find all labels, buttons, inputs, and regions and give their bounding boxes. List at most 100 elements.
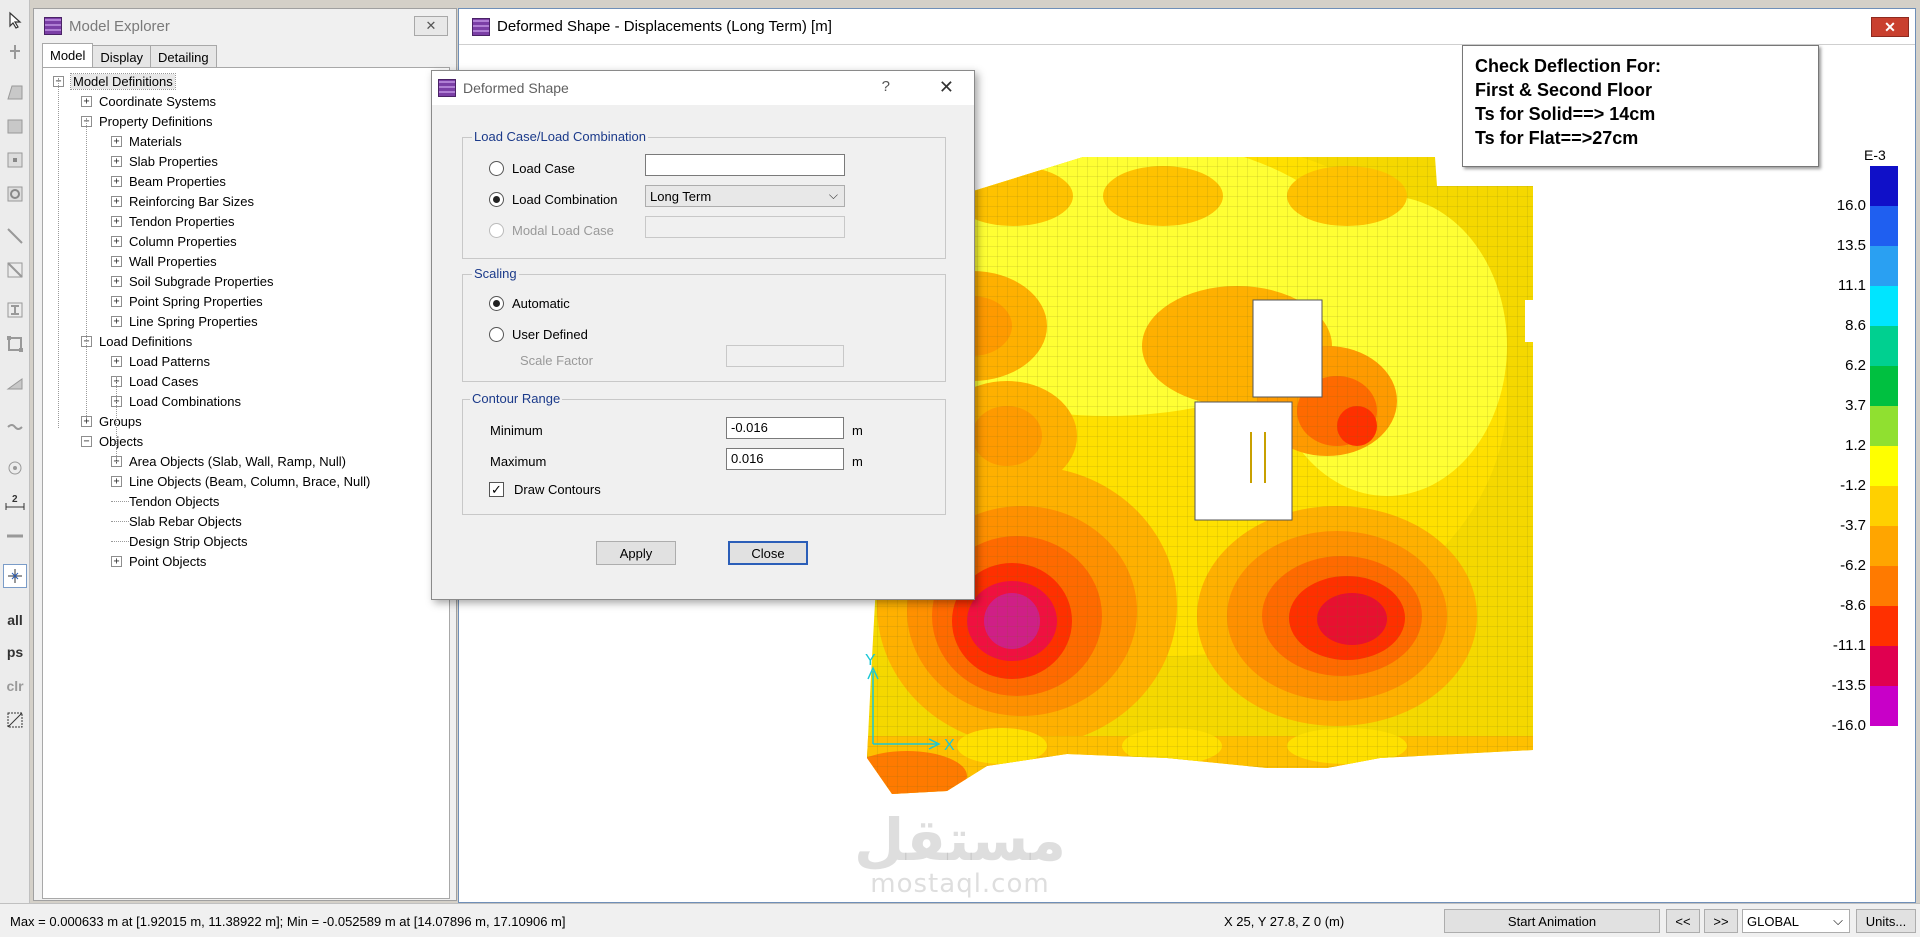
- draw-strip-icon[interactable]: [3, 414, 27, 438]
- close-button[interactable]: Close: [728, 541, 808, 565]
- dimension-icon[interactable]: 2: [3, 490, 27, 514]
- maximum-input[interactable]: 0.016: [726, 448, 844, 470]
- tree-item[interactable]: + Groups: [81, 412, 142, 430]
- collapse-icon[interactable]: −: [81, 435, 92, 447]
- expand-icon[interactable]: +: [111, 475, 122, 487]
- previous-button[interactable]: <<: [1666, 909, 1700, 933]
- min-max-readout: Max = 0.000633 m at [1.92015 m, 11.38922…: [10, 914, 566, 929]
- automatic-radio[interactable]: [489, 296, 504, 311]
- tree-item-label: Load Combinations: [129, 393, 242, 409]
- expand-icon[interactable]: +: [111, 315, 122, 327]
- snap-icon[interactable]: [3, 564, 27, 588]
- tree-item[interactable]: + Coordinate Systems: [81, 92, 216, 110]
- load-case-radio[interactable]: [489, 161, 504, 176]
- tree-item[interactable]: − Objects: [81, 432, 143, 450]
- modal-load-case-input[interactable]: [645, 216, 845, 238]
- legend-label: 11.1: [1837, 277, 1866, 294]
- load-combination-select[interactable]: Long Term ⌵: [645, 185, 845, 207]
- units-button[interactable]: Units...: [1856, 909, 1916, 933]
- draw-area-icon[interactable]: [3, 80, 27, 104]
- modal-load-case-radio[interactable]: [489, 223, 504, 238]
- view-close-button[interactable]: ✕: [1871, 17, 1909, 37]
- draw-circle-icon[interactable]: [3, 182, 27, 206]
- tree-item[interactable]: − Load Definitions: [81, 332, 192, 350]
- pointer-icon[interactable]: [3, 8, 27, 32]
- tab-model[interactable]: Model: [42, 43, 94, 67]
- expand-icon[interactable]: +: [111, 295, 122, 307]
- tree-item-label: Load Definitions: [99, 333, 193, 349]
- tree-item[interactable]: − Property Definitions: [81, 112, 212, 130]
- draw-beam-icon[interactable]: [3, 298, 27, 322]
- scale-factor-input[interactable]: [726, 345, 844, 367]
- tree-item-label: Coordinate Systems: [99, 93, 217, 109]
- apply-button[interactable]: Apply: [596, 541, 676, 565]
- expand-icon[interactable]: +: [111, 235, 122, 247]
- tree-item[interactable]: + Tendon Properties: [111, 212, 235, 230]
- select-all-button[interactable]: all: [3, 608, 27, 632]
- draw-rect-icon[interactable]: [3, 114, 27, 138]
- draw-contours-checkbox[interactable]: ✓: [489, 482, 504, 497]
- tree-item[interactable]: + Beam Properties: [111, 172, 226, 190]
- tree-item[interactable]: + Reinforcing Bar Sizes: [111, 192, 254, 210]
- tree-item[interactable]: + Materials: [111, 132, 182, 150]
- load-combination-radio[interactable]: [489, 192, 504, 207]
- tree-item[interactable]: Slab Rebar Objects: [111, 512, 242, 530]
- expand-icon[interactable]: +: [111, 155, 122, 167]
- expand-icon[interactable]: +: [111, 275, 122, 287]
- draw-wall-icon[interactable]: [3, 332, 27, 356]
- explorer-close-button[interactable]: ✕: [414, 16, 448, 36]
- previous-selection-button[interactable]: ps: [3, 640, 27, 664]
- legend-label: 13.5: [1836, 237, 1866, 254]
- tree-item[interactable]: + Line Objects (Beam, Column, Brace, Null…: [111, 472, 370, 490]
- tree-item[interactable]: + Point Spring Properties: [111, 292, 263, 310]
- cursor-coordinates: X 25, Y 27.8, Z 0 (m): [1224, 914, 1345, 929]
- draw-column-icon[interactable]: [3, 148, 27, 172]
- clear-selection-button[interactable]: clr: [3, 674, 27, 698]
- expand-icon[interactable]: +: [111, 255, 122, 267]
- next-button[interactable]: >>: [1704, 909, 1738, 933]
- user-defined-radio[interactable]: [489, 327, 504, 342]
- coordinate-system-select[interactable]: GLOBAL ⌵: [1742, 909, 1850, 933]
- tree-item[interactable]: + Point Objects: [111, 552, 206, 570]
- help-button[interactable]: ?: [882, 78, 890, 95]
- show-hide-icon[interactable]: [3, 708, 27, 732]
- tree-item[interactable]: + Load Patterns: [111, 352, 210, 370]
- expand-icon[interactable]: +: [111, 175, 122, 187]
- tree-item[interactable]: + Load Cases: [111, 372, 198, 390]
- tree-item[interactable]: + Load Combinations: [111, 392, 241, 410]
- tab-display[interactable]: Display: [92, 45, 152, 67]
- legend-label: -8.6: [1840, 597, 1866, 614]
- draw-ramp-icon[interactable]: [3, 372, 27, 396]
- tree-item[interactable]: + Soil Subgrade Properties: [111, 272, 274, 290]
- draw-brace-icon[interactable]: [3, 258, 27, 282]
- tree-item[interactable]: + Line Spring Properties: [111, 312, 258, 330]
- tab-detailing[interactable]: Detailing: [150, 45, 217, 67]
- expand-icon[interactable]: +: [111, 215, 122, 227]
- select-node-icon[interactable]: [3, 40, 27, 64]
- start-animation-button[interactable]: Start Animation: [1444, 909, 1660, 933]
- draw-line-icon[interactable]: [3, 224, 27, 248]
- ruler-icon[interactable]: [3, 524, 27, 548]
- tree-item[interactable]: − Model Definitions: [53, 72, 176, 90]
- expand-icon[interactable]: +: [81, 95, 92, 107]
- expand-icon[interactable]: +: [111, 555, 122, 567]
- tree-item[interactable]: + Area Objects (Slab, Wall, Ramp, Null): [111, 452, 346, 470]
- legend-swatch: [1870, 206, 1898, 246]
- load-case-input[interactable]: [645, 154, 845, 176]
- watermark-latin: mostaql.com: [870, 869, 1050, 899]
- tree-item[interactable]: Design Strip Objects: [111, 532, 248, 550]
- tree-item-label: Tendon Properties: [129, 213, 235, 229]
- minimum-input[interactable]: -0.016: [726, 417, 844, 439]
- legend-label: -11.1: [1832, 637, 1866, 654]
- tree-item[interactable]: + Slab Properties: [111, 152, 218, 170]
- expand-icon[interactable]: +: [111, 195, 122, 207]
- tree-item[interactable]: + Column Properties: [111, 232, 237, 250]
- draw-point-icon[interactable]: [3, 456, 27, 480]
- tree-item[interactable]: Tendon Objects: [111, 492, 219, 510]
- dialog-close-icon[interactable]: ✕: [939, 77, 954, 98]
- expand-icon[interactable]: +: [111, 355, 122, 367]
- tree-item[interactable]: + Wall Properties: [111, 252, 217, 270]
- maximum-unit: m: [852, 454, 863, 469]
- slab-opening: [1525, 300, 1539, 342]
- expand-icon[interactable]: +: [111, 135, 122, 147]
